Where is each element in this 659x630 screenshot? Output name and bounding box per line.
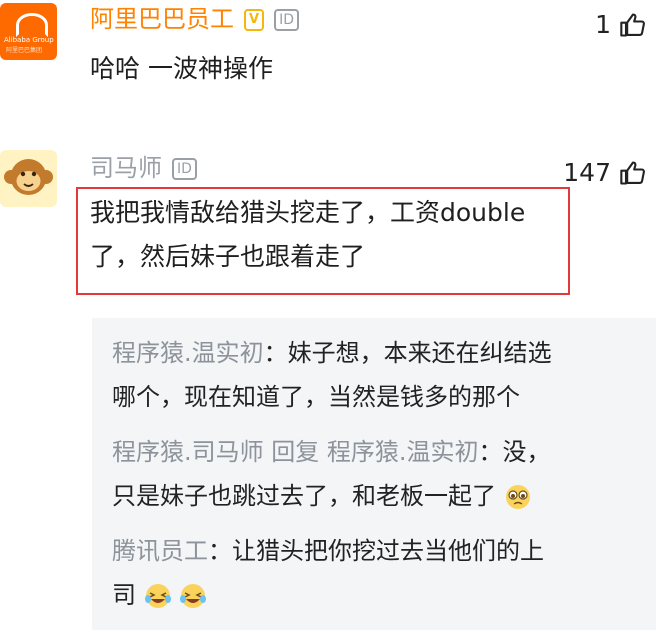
laughing-tears-emoji [144,584,171,608]
reply-author[interactable]: 程序猿.温实初 [112,339,264,367]
alibaba-logo-avatar[interactable]: Alibaba Group 阿里巴巴集团 [0,3,57,60]
reply-text: 妹子想，本来还在纠结选 [287,339,552,367]
avatar-logo-text: Alibaba Group [4,36,54,44]
id-badge-icon: ID [274,9,299,31]
thumbs-up-icon [620,160,645,185]
reply-item[interactable]: 程序猿.司马师 回复 程序猿.温实初：没， 只是妹子也跳过去了，和老板一起了 [112,430,646,518]
reply-text: 让猎头把你挖过去当他们的上 [232,537,544,565]
reply-text: 只是妹子也跳过去了，和老板一起了 [112,482,496,510]
reply-author[interactable]: 程序猿.司马师 回复 程序猿.温实初 [112,438,479,466]
comment-author[interactable]: 阿里巴巴员工 V ID [90,4,299,34]
like-button[interactable]: 147 [563,158,647,187]
reply-separator: ： [263,339,288,367]
monkey-face-icon [4,159,53,195]
like-button[interactable]: 1 [595,10,647,39]
monkey-avatar[interactable] [0,150,57,207]
avatar-logo-subtext: 阿里巴巴集团 [6,47,43,54]
verified-badge-icon: V [244,9,265,31]
comment-text: 哈哈 一波神操作 [90,54,273,83]
laughing-tears-emoji [180,584,207,608]
highlight-box [76,187,570,295]
crying-face-emoji [505,485,530,509]
reply-item[interactable]: 腾讯员工：让猎头把你挖过去当他们的上 司 [112,529,646,617]
like-count: 147 [563,158,611,187]
like-count: 1 [595,10,611,39]
id-badge-icon: ID [172,158,197,180]
reply-text: 司 [112,581,136,609]
reply-separator: ： [478,438,503,466]
reply-text: 哪个，现在知道了，当然是钱多的那个 [112,383,520,411]
comment-author[interactable]: 司马师 ID [90,153,197,183]
alibaba-logo-icon [16,13,48,37]
author-name[interactable]: 阿里巴巴员工 [90,5,234,33]
thumbs-up-icon [620,12,645,37]
reply-author[interactable]: 腾讯员工 [112,537,208,565]
reply-item[interactable]: 程序猿.温实初：妹子想，本来还在纠结选 哪个，现在知道了，当然是钱多的那个 [112,331,646,419]
reply-list[interactable]: 程序猿.温实初：妹子想，本来还在纠结选 哪个，现在知道了，当然是钱多的那个 程序… [92,318,656,630]
reply-text: 没， [502,438,551,466]
reply-separator: ： [208,537,232,565]
author-name[interactable]: 司马师 [90,154,162,182]
